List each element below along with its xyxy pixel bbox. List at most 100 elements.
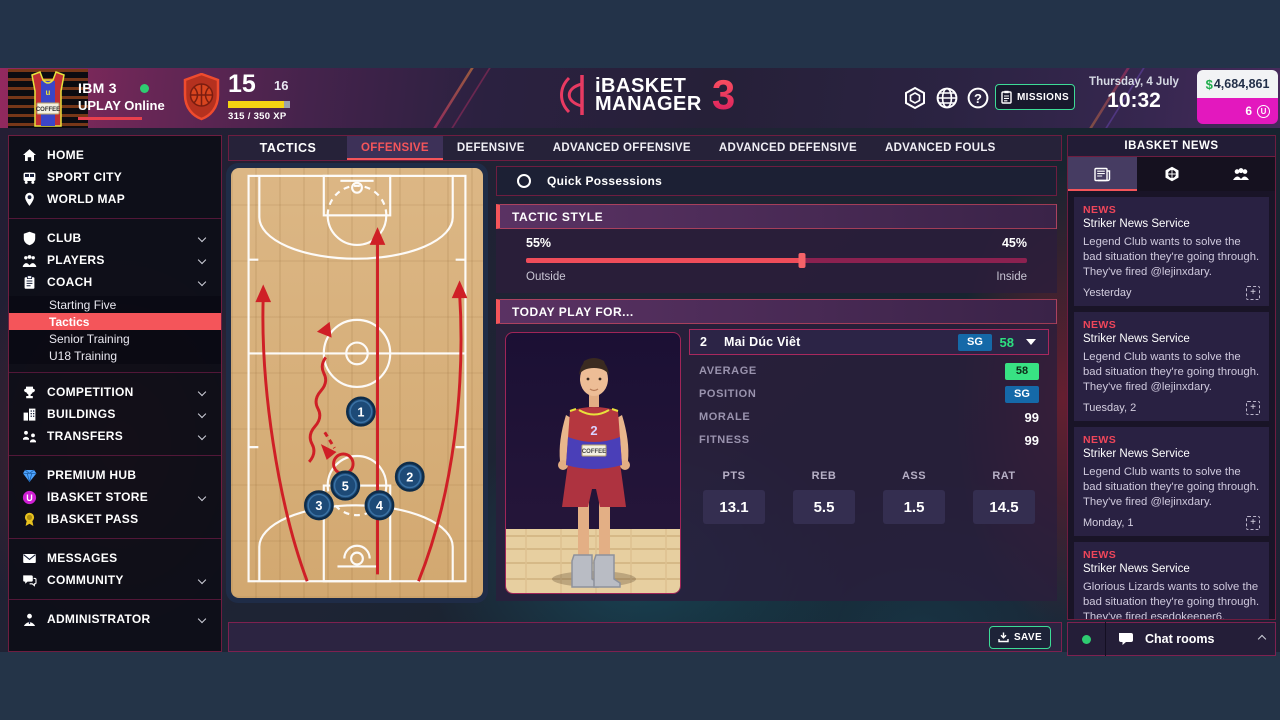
tactic-style-slider[interactable] [526,258,1027,263]
news-tag: NEWS [1083,319,1260,331]
position-badge: SG [958,334,992,351]
position-label: POSITION [699,388,756,400]
cash-balance: $ 4,684,861 [1197,70,1278,98]
club-identity[interactable]: IBM 3 UPLAY Online [78,80,165,120]
sidebar-item-starting-five[interactable]: Starting Five [9,296,221,313]
news-item[interactable]: NEWS Striker News Service Legend Club wa… [1074,427,1269,536]
sidebar-item-ibasket-pass[interactable]: IBASKET PASS [9,508,221,530]
news-item[interactable]: NEWS Striker News Service Legend Club wa… [1074,197,1269,306]
premium-coins: 6 U [1197,98,1278,124]
expand-news-icon[interactable] [1246,286,1260,300]
sidebar-item-players[interactable]: PLAYERS [9,249,221,271]
sidebar-item-label: COMPETITION [47,385,134,399]
slider-handle[interactable] [798,253,805,268]
chat-bubbles-icon [22,573,37,588]
tab-advanced-fouls[interactable]: ADVANCED FOULS [871,136,1010,160]
quick-possessions-option[interactable]: Quick Possessions [496,166,1057,196]
radio-unchecked-icon[interactable] [517,174,531,188]
sidebar-item-club[interactable]: CLUB [9,227,221,249]
nav-group-premium: PREMIUM HUB U IBASKET STORE IBASKET PASS [9,455,221,538]
hexagon-logo-icon[interactable] [903,86,927,110]
club-jersey-avatar[interactable]: u COFFEE [8,69,88,128]
xp-bar-fill [228,101,284,108]
chat-rooms-bar[interactable]: Chat rooms [1067,622,1276,656]
sidebar-item-label: TRANSFERS [47,429,123,443]
svg-text:5: 5 [342,478,349,493]
news-tab-news[interactable] [1068,157,1137,191]
tab-advanced-defensive[interactable]: ADVANCED DEFENSIVE [705,136,871,160]
page-title: TACTICS [229,136,347,160]
news-date: Yesterday [1083,287,1132,299]
sidebar-item-world-map[interactable]: WORLD MAP [9,188,221,210]
sidebar-item-messages[interactable]: MESSAGES [9,547,221,569]
news-item[interactable]: NEWS Striker News Service Glorious Lizar… [1074,542,1269,620]
level-current: 15 [228,70,256,99]
news-item[interactable]: NEWS Striker News Service Legend Club wa… [1074,312,1269,421]
date-label: Thursday, 4 July [1078,76,1190,88]
tactic-style-header: TACTIC STYLE [496,204,1057,229]
sidebar-item-buildings[interactable]: BUILDINGS [9,403,221,425]
sidebar-item-administrator[interactable]: ADMINISTRATOR [9,608,221,630]
sidebar-item-u18-training[interactable]: U18 Training [9,347,221,364]
sidebar-item-home[interactable]: HOME [9,144,221,166]
tab-advanced-offensive[interactable]: ADVANCED OFFENSIVE [539,136,705,160]
player-chip-3[interactable]: 3 [305,491,332,519]
sidebar-item-label: MESSAGES [47,551,117,565]
player-chip-1[interactable]: 1 [347,398,374,426]
expand-news-icon[interactable] [1246,516,1260,530]
sidebar-item-competition[interactable]: COMPETITION [9,381,221,403]
sidebar-item-label: PREMIUM HUB [47,468,136,482]
globe-icon[interactable] [935,86,959,110]
news-panel-title: IBASKET NEWS [1068,136,1275,157]
player-avatar: 2 COFFEE [506,333,681,594]
bottom-band [0,652,1280,720]
expand-news-icon[interactable] [1246,401,1260,415]
player-chip-4[interactable]: 4 [366,491,393,519]
nav-group-social: MESSAGES COMMUNITY [9,538,221,599]
save-button[interactable]: SAVE [989,626,1051,649]
sidebar-item-label: COACH [47,275,93,289]
nav-group-admin: ADMINISTRATOR [9,599,221,638]
sidebar-item-sport-city[interactable]: SPORT CITY [9,166,221,188]
game-logo: iBASKET MANAGER 3 [557,71,735,119]
stat-label: REB [779,470,869,482]
sidebar-item-transfers[interactable]: TRANSFERS [9,425,221,447]
divider [1105,622,1106,656]
fitness-value: 99 [1025,433,1039,448]
sidebar-item-coach[interactable]: COACH [9,271,221,293]
player-number: 2 [700,335,714,349]
tactic-style-body: 55% 45% Outside Inside [496,229,1057,293]
missions-button[interactable]: MISSIONS [995,84,1075,110]
envelope-icon [22,551,37,566]
player-select-dropdown[interactable]: 2 Mai Dúc Viêt SG 58 [689,329,1049,355]
chevron-down-icon [198,256,206,264]
inside-percent: 45% [1002,236,1027,250]
save-label: SAVE [1014,632,1042,643]
basketball-court[interactable]: 1 2 5 3 [231,168,483,598]
chat-bubble-icon [1118,632,1135,646]
svg-text:COFFEE: COFFEE [36,107,60,113]
svg-text:u: u [46,88,51,97]
logo-number: 3 [712,71,735,119]
tab-defensive[interactable]: DEFENSIVE [443,136,539,160]
map-pin-icon [22,192,37,207]
svg-text:4: 4 [376,498,384,513]
help-icon[interactable]: ? [966,86,990,110]
sidebar-item-premium-hub[interactable]: PREMIUM HUB [9,464,221,486]
stat-reb: REB 5.5 [779,470,869,524]
sidebar-item-ibasket-store[interactable]: U IBASKET STORE [9,486,221,508]
sidebar-item-community[interactable]: COMMUNITY [9,569,221,591]
online-status-icon [140,84,149,93]
chevron-down-icon [198,615,206,623]
player-chip-2[interactable]: 2 [396,463,423,491]
sidebar-item-label: IBASKET STORE [47,490,148,504]
header-stripe [433,68,473,128]
news-tab-community[interactable] [1206,157,1275,191]
sidebar-item-tactics[interactable]: Tactics [9,313,221,330]
sidebar-item-senior-training[interactable]: Senior Training [9,330,221,347]
currency-widget[interactable]: $ 4,684,861 6 U [1197,70,1278,124]
news-tab-club[interactable] [1137,157,1206,191]
player-chip-5[interactable]: 5 [332,472,359,500]
tab-offensive[interactable]: OFFENSIVE [347,136,443,160]
average-badge: 58 [1005,363,1039,380]
